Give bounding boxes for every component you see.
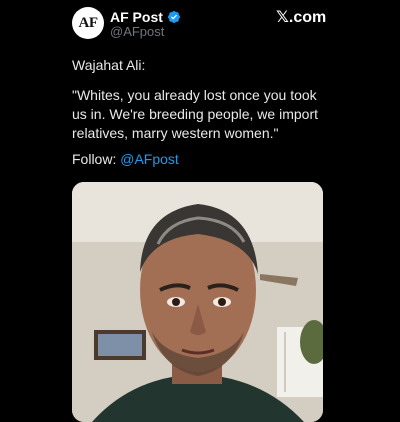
video-frame [72, 182, 323, 422]
author-name[interactable]: AF Post [110, 9, 163, 25]
follow-mention-link[interactable]: @AFpost [120, 151, 179, 167]
video-media[interactable] [72, 182, 323, 422]
tweet-quote: "Whites, you already lost once you took … [72, 87, 318, 141]
verified-badge-icon [168, 11, 180, 23]
brand-watermark: 𝕏.com [276, 9, 327, 26]
avatar[interactable]: AF [72, 7, 104, 39]
author-handle[interactable]: @AFpost [110, 24, 164, 39]
tweet-intro: Wajahat Ali: [72, 57, 146, 73]
follow-label: Follow: [72, 151, 121, 167]
tweet-follow: Follow: @AFpost [72, 150, 332, 169]
